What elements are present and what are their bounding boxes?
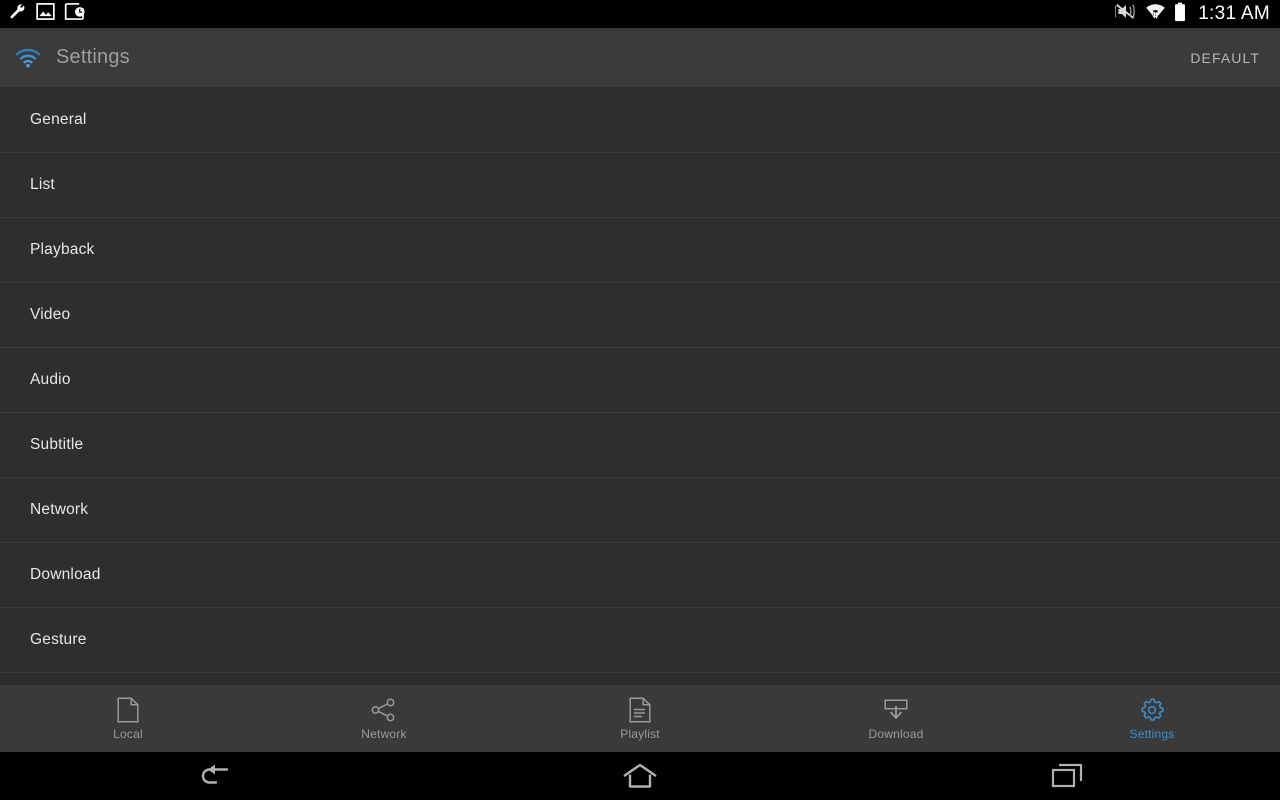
status-bar-clock: 1:31 AM	[1198, 3, 1270, 24]
list-item-label: Gesture	[30, 631, 87, 648]
list-item[interactable]: Playback	[0, 218, 1280, 283]
wifi-activity-icon	[1145, 2, 1166, 26]
tab-label: Playlist	[620, 727, 660, 741]
tab-playlist[interactable]: Playlist	[512, 685, 768, 752]
battery-full-icon	[1174, 2, 1186, 27]
download-tray-icon	[883, 696, 909, 724]
page-title: Settings	[56, 46, 130, 68]
image-icon	[36, 3, 55, 25]
screenshot-clock-icon	[64, 3, 87, 25]
list-item-label: Video	[30, 306, 71, 323]
status-bar-right-icons: 1:31 AM	[1114, 2, 1270, 27]
list-item[interactable]: Audio	[0, 348, 1280, 413]
tab-local[interactable]: Local	[0, 685, 256, 752]
list-item-label: General	[30, 111, 87, 128]
list-item[interactable]: List	[0, 153, 1280, 218]
list-item-label: List	[30, 176, 55, 193]
document-icon	[117, 696, 139, 724]
tab-label: Download	[868, 727, 924, 741]
android-nav-bar	[0, 752, 1280, 800]
default-button[interactable]: DEFAULT	[1190, 50, 1260, 66]
tab-network[interactable]: Network	[256, 685, 512, 752]
status-bar-left-icons	[8, 2, 87, 26]
back-icon[interactable]	[0, 763, 427, 789]
mute-vibrate-icon	[1114, 2, 1137, 26]
tab-label: Network	[361, 727, 407, 741]
app-bar: Settings DEFAULT	[0, 28, 1280, 88]
list-item-label: Playback	[30, 241, 95, 258]
list-item[interactable]: Network	[0, 478, 1280, 543]
share-nodes-icon	[371, 696, 397, 724]
bottom-tab-bar: Local Network Playlist Download Settings	[0, 685, 1280, 752]
list-item-label: Audio	[30, 371, 71, 388]
android-screen: 1:31 AM Settings DEFAULT General List Pl…	[0, 0, 1280, 800]
wifi-icon	[0, 48, 56, 68]
list-item[interactable]: Video	[0, 283, 1280, 348]
list-item[interactable]: Gesture	[0, 608, 1280, 673]
list-item-partial[interactable]	[0, 673, 1280, 685]
tab-label: Local	[113, 727, 143, 741]
tab-download[interactable]: Download	[768, 685, 1024, 752]
list-item[interactable]: Subtitle	[0, 413, 1280, 478]
playlist-doc-icon	[629, 696, 651, 724]
list-item[interactable]: Download	[0, 543, 1280, 608]
wrench-icon	[8, 2, 27, 26]
status-bar: 1:31 AM	[0, 0, 1280, 28]
settings-list[interactable]: General List Playback Video Audio Subtit…	[0, 88, 1280, 685]
home-icon[interactable]	[427, 763, 854, 789]
list-item[interactable]: General	[0, 88, 1280, 153]
tab-label: Settings	[1129, 727, 1175, 741]
gear-icon	[1139, 696, 1165, 724]
recents-icon[interactable]	[853, 763, 1280, 789]
list-item-label: Download	[30, 566, 101, 583]
list-item-label: Network	[30, 501, 89, 518]
list-item-label: Subtitle	[30, 436, 84, 453]
tab-settings[interactable]: Settings	[1024, 685, 1280, 752]
